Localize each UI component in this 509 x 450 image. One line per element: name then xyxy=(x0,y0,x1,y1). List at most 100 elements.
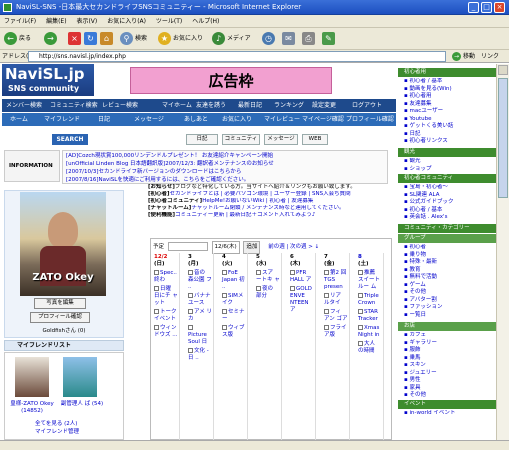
nav-settings[interactable]: 設定変更 xyxy=(312,99,336,112)
sidebar-link[interactable]: ▪ 男性 xyxy=(404,377,494,385)
scroll-up-arrow-icon[interactable] xyxy=(498,65,508,75)
sidebar-link[interactable]: ▪ ゲットくる美い話 xyxy=(404,123,494,131)
calendar-event[interactable]: SIMメ イク xyxy=(222,293,246,307)
back-button[interactable]: ← 戻る xyxy=(4,31,31,47)
edit-photo-button[interactable]: 写真を編集 xyxy=(34,298,86,309)
home-button[interactable]: ⌂ xyxy=(100,31,115,47)
scroll-thumb[interactable] xyxy=(498,78,508,198)
forward-button[interactable]: → xyxy=(44,31,59,47)
nav-profile-check[interactable]: プロフィール確認 xyxy=(346,113,394,126)
calendar-event[interactable]: ウィブ ス版 xyxy=(222,325,246,339)
search-button[interactable]: ⚲ 検索 xyxy=(120,31,147,47)
search-submit-button[interactable]: SEARCH xyxy=(52,134,88,145)
sidebar-link[interactable]: ▪ 初心者 / 基本 xyxy=(404,207,494,215)
nav-diary[interactable]: 日記 xyxy=(98,113,110,126)
sidebar-link[interactable]: ▪ その他 xyxy=(404,289,494,297)
favorites-button[interactable]: ★ お気に入り xyxy=(158,31,203,47)
sidebar-link[interactable]: ▪ ショップ xyxy=(404,166,494,174)
links-label[interactable]: リンク xyxy=(481,50,499,63)
sidebar-link[interactable]: ▪ 友達募集 xyxy=(404,101,494,109)
site-logo[interactable]: NaviSL.jp SNS community xyxy=(2,64,94,96)
nav-invite-friends[interactable]: 友達を誘う xyxy=(196,99,226,112)
friend-avatar[interactable] xyxy=(15,357,49,397)
calendar-event[interactable]: PFR HALL ア xyxy=(290,270,314,284)
sidebar-link[interactable]: ▪ 乗馬 xyxy=(404,355,494,363)
vertical-scrollbar[interactable] xyxy=(496,64,509,440)
calendar-event[interactable]: 大人 の時間 xyxy=(358,341,382,355)
nav-myfriends[interactable]: マイフレンド xyxy=(44,113,80,126)
print-button[interactable]: ⎙ xyxy=(302,31,317,47)
minimize-button[interactable]: _ xyxy=(468,2,479,13)
calendar-event[interactable]: 第2 回TGS presen xyxy=(324,270,348,291)
sidebar-link[interactable]: ▪ 宝島・初心者～ xyxy=(404,184,494,192)
nav-favorites[interactable]: お気に入り xyxy=(222,113,252,126)
go-button[interactable]: → 移動 xyxy=(452,51,475,62)
menu-view[interactable]: 表示(V) xyxy=(76,18,97,25)
sidebar-link[interactable]: ▪ ファッション xyxy=(404,304,494,312)
nav-home[interactable]: ホーム xyxy=(10,113,28,126)
search-tab-diary[interactable]: 日記 xyxy=(186,134,218,145)
refresh-button[interactable]: ↻ xyxy=(84,31,99,47)
sidebar-link[interactable]: ▪ 教育 xyxy=(404,267,494,275)
news-item[interactable]: [2007/8/16]NaviSLを快適にご利用するには、こちらをご確認ください… xyxy=(66,176,384,184)
friend-avatar[interactable] xyxy=(63,357,97,397)
nav-community-search[interactable]: コミュニティ検索 xyxy=(50,99,98,112)
stop-button[interactable]: × xyxy=(68,31,83,47)
nav-myhome[interactable]: マイホーム xyxy=(162,99,192,112)
sidebar-link[interactable]: ▪ カフェ xyxy=(404,332,494,340)
sidebar-link[interactable]: ▪ 公式ガイドブック xyxy=(404,199,494,207)
menu-tools[interactable]: ツール(T) xyxy=(156,18,182,25)
friend-name[interactable]: 副管理人 ば (54) xyxy=(57,401,107,408)
see-all-friends-link[interactable]: 全てを見る (2人) xyxy=(35,421,115,428)
calendar-event[interactable]: 音の 森公園 フ .. xyxy=(188,270,212,291)
sidebar-link[interactable]: ▪ スキン xyxy=(404,362,494,370)
nav-footprints[interactable]: あしあと xyxy=(184,113,208,126)
sidebar-link[interactable]: ▪ 初心者 xyxy=(404,244,494,252)
search-tab-message[interactable]: メッセージ xyxy=(264,134,298,145)
mail-button[interactable]: ✉ xyxy=(282,31,297,47)
sidebar-link[interactable]: ▪ 無料で活動 xyxy=(404,274,494,282)
schedule-input[interactable] xyxy=(167,242,208,251)
calendar-event[interactable]: フライ ア版 xyxy=(324,325,348,339)
nav-latest-diary[interactable]: 最新日記 xyxy=(238,99,262,112)
calendar-event[interactable]: ウィン ドウズ ... xyxy=(154,325,178,339)
sidebar-link[interactable]: ▪ 英会話 . Alex's xyxy=(404,214,494,222)
friend-name[interactable]: 皇様-ZATO Okey (14852) xyxy=(7,401,57,415)
sidebar-link[interactable]: ▪ 初心者 / 基本 xyxy=(404,78,494,86)
calendar-event[interactable]: アメ リカ xyxy=(188,309,212,323)
nav-logout[interactable]: ログアウト xyxy=(352,99,382,112)
media-button[interactable]: ♪ メディア xyxy=(212,31,251,47)
calendar-event[interactable]: リア ルタイ xyxy=(324,293,348,307)
menu-file[interactable]: ファイル(F) xyxy=(4,18,36,25)
calendar-event[interactable]: Spec.. 終わ xyxy=(154,270,178,284)
calendar-event[interactable]: 夜の 部分 xyxy=(256,286,280,300)
calendar-event[interactable]: バナナ ユース xyxy=(188,293,212,307)
close-button[interactable]: × xyxy=(494,2,505,13)
sidebar-link[interactable]: ▪ 日記 xyxy=(404,131,494,139)
sidebar-link[interactable]: ▪ Youtube xyxy=(404,116,494,124)
menu-favorites[interactable]: お気に入り(A) xyxy=(107,18,146,25)
calendar-event[interactable]: FoE Japan 初 .. xyxy=(222,270,246,291)
nav-member-search[interactable]: メンバー検索 xyxy=(6,99,42,112)
sidebar-link[interactable]: ▪ 初心者リンクス xyxy=(404,138,494,146)
sidebar-link[interactable]: ▪ 観光 xyxy=(404,158,494,166)
menu-help[interactable]: ヘルプ(H) xyxy=(192,18,219,25)
sidebar-link[interactable]: ▪ 特殊・最新 xyxy=(404,259,494,267)
profile-check-button[interactable]: プロフィール確認 xyxy=(30,312,90,323)
search-tab-web[interactable]: WEB xyxy=(302,134,328,145)
search-tab-community[interactable]: コミュニティ xyxy=(222,134,260,145)
calendar-event[interactable]: 文化 - 日 .. xyxy=(188,348,212,362)
sidebar-link[interactable]: ▪ SL関連 ALA xyxy=(404,192,494,200)
news-item[interactable]: [AD]Cozch現状賞100,000リンデンドルプレゼント！ お友達紹介キャン… xyxy=(66,152,384,160)
sidebar-link[interactable]: ▪ 家具 xyxy=(404,385,494,393)
history-button[interactable]: ◷ xyxy=(262,31,277,47)
sidebar-link[interactable]: ▪ 服飾 xyxy=(404,347,494,355)
sidebar-link[interactable]: ▪ アバター割 xyxy=(404,297,494,305)
calendar-event[interactable]: フィ アン ゴア xyxy=(324,309,348,323)
sidebar-link[interactable]: ▪ macユーザー xyxy=(404,108,494,116)
news-item[interactable]: [2007/10/3]セカンドライフ新バージョンのダウンロードはこちらから xyxy=(66,168,384,176)
calendar-event[interactable]: セミナ ー xyxy=(222,309,246,323)
sidebar-link[interactable]: ▪ 乗り物 xyxy=(404,252,494,260)
maximize-button[interactable]: □ xyxy=(481,2,492,13)
sidebar-link[interactable]: ▪ in-world イベント xyxy=(404,410,494,418)
